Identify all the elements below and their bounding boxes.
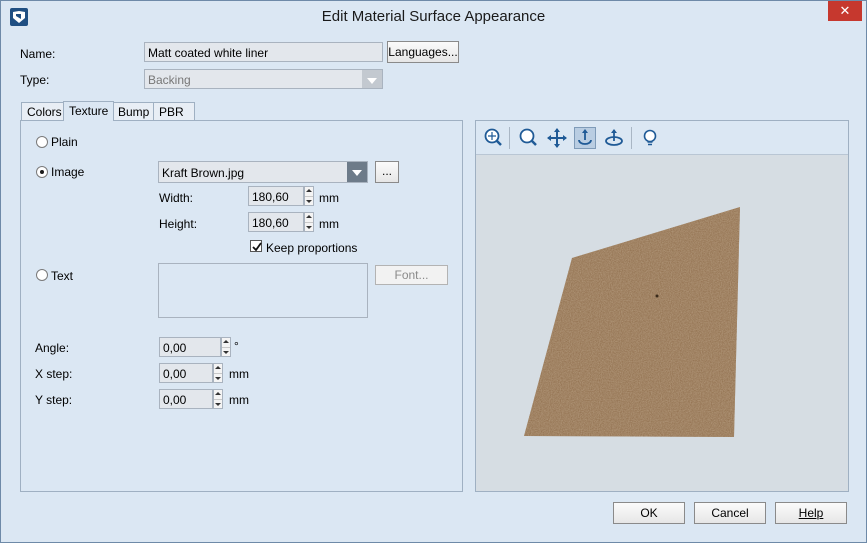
chevron-down-icon [362, 70, 382, 88]
zoom-fit-icon[interactable] [482, 127, 504, 149]
stepper-down-icon[interactable] [214, 373, 222, 382]
width-label: Width: [159, 191, 194, 205]
ystep-input[interactable]: 0,00 [159, 389, 213, 409]
type-select[interactable]: Backing [144, 69, 383, 89]
width-input[interactable]: 180,60 [248, 186, 304, 206]
rotate-icon[interactable] [574, 127, 596, 149]
width-unit: mm [319, 191, 339, 205]
preview-toolbar [476, 121, 848, 155]
cancel-button[interactable]: Cancel [694, 502, 766, 524]
angle-unit: ° [234, 339, 239, 353]
image-file-value: Kraft Brown.jpg [162, 166, 245, 180]
stepper-up-icon[interactable] [214, 364, 222, 373]
type-select-value: Backing [148, 73, 191, 87]
image-radio[interactable] [36, 166, 48, 178]
angle-label: Angle: [35, 341, 70, 355]
angle-input[interactable]: 0,00 [159, 337, 221, 357]
languages-button[interactable]: Languages... [387, 41, 459, 63]
stepper-down-icon[interactable] [305, 196, 313, 205]
name-label: Name: [20, 47, 56, 61]
plain-label: Plain [51, 135, 78, 149]
light-bulb-icon[interactable] [639, 127, 661, 149]
ystep-stepper[interactable] [213, 389, 223, 409]
tab-bump[interactable]: Bump [112, 102, 156, 120]
name-field[interactable]: Matt coated white liner [144, 42, 383, 62]
dialog-window: Edit Material Surface Appearance ✕ Name:… [0, 0, 867, 543]
width-stepper[interactable] [304, 186, 314, 206]
height-unit: mm [319, 217, 339, 231]
xstep-stepper[interactable] [213, 363, 223, 383]
stepper-up-icon[interactable] [214, 390, 222, 399]
xstep-unit: mm [229, 367, 249, 381]
keep-proportions-checkbox[interactable] [250, 240, 262, 252]
preview-viewport[interactable] [476, 156, 848, 491]
image-label: Image [51, 165, 85, 179]
font-button[interactable]: Font... [375, 265, 448, 285]
text-label: Text [51, 269, 74, 283]
orbit-icon[interactable] [603, 127, 625, 149]
checkmark-icon [252, 242, 262, 252]
stepper-up-icon[interactable] [222, 338, 230, 347]
title-bar: Edit Material Surface Appearance ✕ [1, 1, 866, 32]
tab-colors[interactable]: Colors [21, 102, 68, 120]
toolbar-separator [509, 127, 510, 149]
ystep-label: Y step: [35, 393, 73, 407]
ystep-unit: mm [229, 393, 249, 407]
plain-radio[interactable] [36, 136, 48, 148]
preview-panel [475, 120, 849, 492]
xstep-input[interactable]: 0,00 [159, 363, 213, 383]
help-button[interactable]: Help [775, 502, 847, 524]
tab-pbr[interactable]: PBR [153, 102, 195, 120]
text-radio[interactable] [36, 269, 48, 281]
stepper-down-icon[interactable] [222, 347, 230, 356]
textured-surface-preview [524, 207, 740, 437]
browse-button[interactable]: ... [375, 161, 399, 183]
angle-stepper[interactable] [221, 337, 231, 357]
height-label: Height: [159, 217, 198, 231]
image-file-select[interactable]: Kraft Brown.jpg [158, 161, 368, 183]
tab-texture[interactable]: Texture [63, 101, 115, 121]
stepper-up-icon[interactable] [305, 213, 313, 222]
xstep-label: X step: [35, 367, 73, 381]
chevron-down-icon [347, 162, 367, 182]
ok-button[interactable]: OK [613, 502, 685, 524]
zoom-icon[interactable] [517, 127, 539, 149]
height-stepper[interactable] [304, 212, 314, 232]
text-area[interactable] [158, 263, 368, 318]
stepper-down-icon[interactable] [305, 222, 313, 231]
stepper-down-icon[interactable] [214, 399, 222, 408]
pan-icon[interactable] [546, 127, 568, 149]
window-title: Edit Material Surface Appearance [321, 8, 546, 25]
stepper-up-icon[interactable] [305, 187, 313, 196]
keep-proportions-label: Keep proportions [266, 241, 358, 255]
type-label: Type: [20, 73, 50, 87]
toolbar-separator [631, 127, 632, 149]
height-input[interactable]: 180,60 [248, 212, 304, 232]
close-button[interactable]: ✕ [828, 1, 862, 21]
